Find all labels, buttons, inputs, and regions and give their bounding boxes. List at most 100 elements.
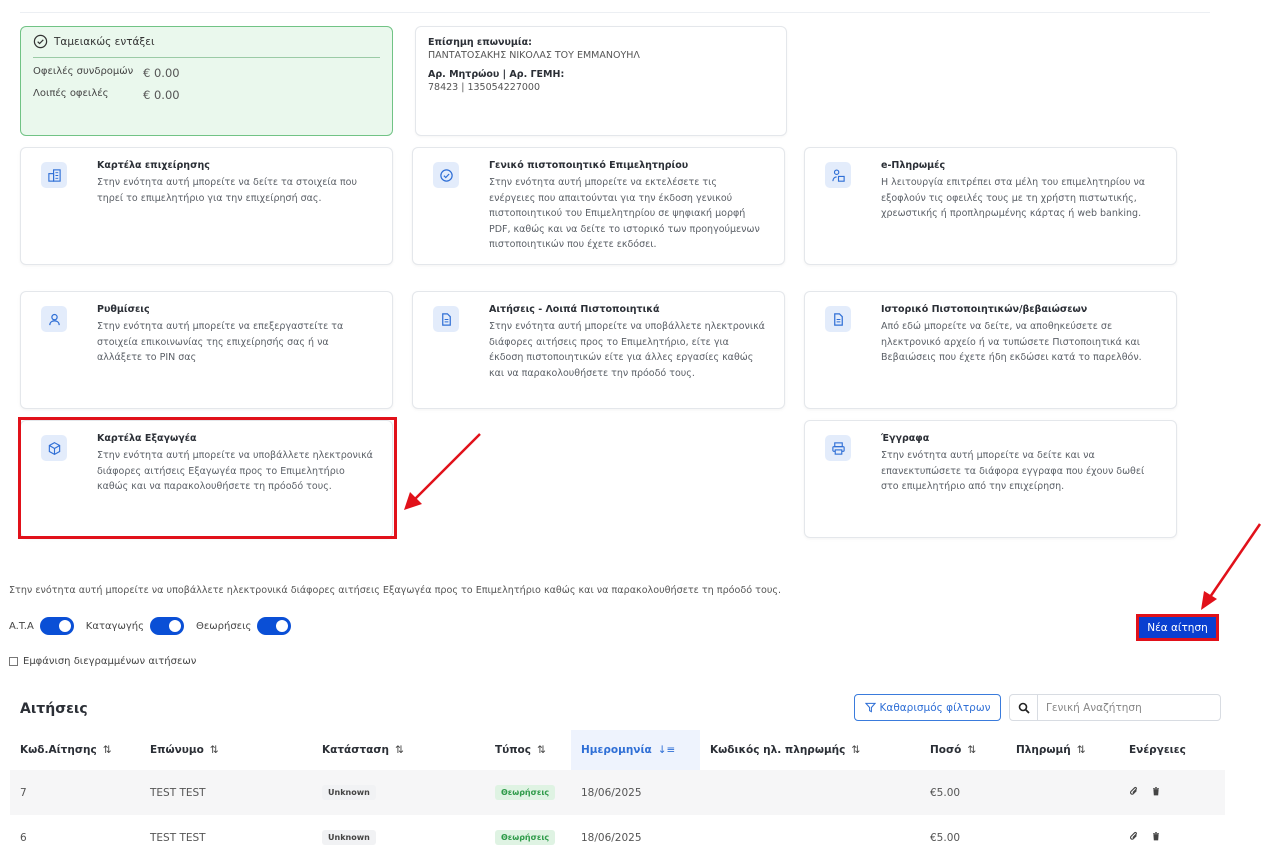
col-date-label: Ημερομηνία bbox=[581, 744, 652, 756]
card-title: Έγγραφα bbox=[881, 433, 930, 444]
card-title: Γενικό πιστοποιητικό Επιμελητηρίου bbox=[489, 160, 689, 171]
col-surname-label: Επώνυμο bbox=[150, 744, 204, 756]
sort-icon: ⇅ bbox=[537, 744, 546, 756]
cell-surname: TEST TEST bbox=[140, 770, 312, 815]
card-title: Ρυθμίσεις bbox=[97, 304, 150, 315]
sort-icon: ⇅ bbox=[851, 744, 861, 756]
registry-label: Αρ. Μητρώου | Αρ. ΓΕΜΗ: bbox=[428, 69, 565, 80]
card-title: e-Πληρωμές bbox=[881, 160, 946, 171]
toggle-ata-label: A.T.A bbox=[9, 620, 34, 632]
sort-icon: ⇅ bbox=[395, 744, 404, 756]
filter-toggles: A.T.A Καταγωγής Θεωρήσεις bbox=[9, 617, 303, 635]
subscription-dues-label: Οφειλές συνδρομών bbox=[33, 66, 134, 77]
col-payment-label: Πληρωμή bbox=[1016, 744, 1071, 756]
card-applications-certificates[interactable]: Αιτήσεις - Λοιπά Πιστοποιητικά Στην ενότ… bbox=[412, 291, 785, 409]
printer-icon bbox=[825, 435, 851, 461]
col-amount[interactable]: Ποσό ⇅ bbox=[920, 730, 1006, 770]
card-general-certificate[interactable]: Γενικό πιστοποιητικό Επιμελητηρίου Στην … bbox=[412, 147, 785, 265]
sort-desc-icon: ↓≡ bbox=[657, 744, 676, 756]
status-header: Ταμειακώς εντάξει bbox=[33, 34, 380, 49]
subscription-dues-row: Οφειλές συνδρομών € 0.00 bbox=[33, 66, 380, 80]
user-icon bbox=[41, 306, 67, 332]
sort-icon: ⇅ bbox=[209, 744, 219, 756]
paperclip-icon[interactable] bbox=[1129, 786, 1139, 796]
table-row[interactable]: 6 TEST TEST Unknown Θεωρήσεις 18/06/2025… bbox=[10, 815, 1225, 860]
cell-date: 18/06/2025 bbox=[571, 815, 700, 860]
search-input[interactable] bbox=[1038, 695, 1220, 720]
card-documents[interactable]: Έγγραφα Στην ενότητα αυτή μπορείτε να δε… bbox=[804, 420, 1177, 538]
balance-status-card: Ταμειακώς εντάξει Οφειλές συνδρομών € 0.… bbox=[20, 26, 393, 136]
other-dues-label: Λοιπές οφειλές bbox=[33, 88, 109, 99]
col-surname[interactable]: Επώνυμο ⇅ bbox=[140, 730, 312, 770]
col-code-label: Κωδ.Αίτησης bbox=[20, 744, 97, 756]
trash-icon[interactable] bbox=[1151, 831, 1161, 841]
company-info-card: Επίσημη επωνυμία: ΠΑΝΤΑΤΟΣΑΚΗΣ ΝΙΚΟΛΑΣ Τ… bbox=[415, 26, 787, 136]
paperclip-icon[interactable] bbox=[1129, 831, 1139, 841]
col-status-label: Κατάσταση bbox=[322, 744, 390, 756]
card-description: Από εδώ μπορείτε να δείτε, να αποθηκεύσε… bbox=[881, 321, 1142, 363]
table-header-row: Κωδ.Αίτησης ⇅ Επώνυμο ⇅ Κατάσταση ⇅ Τύπος ⇅ … bbox=[10, 730, 1225, 770]
cell-actions bbox=[1119, 770, 1225, 815]
annotation-arrow-right bbox=[1201, 523, 1262, 610]
document-icon bbox=[433, 306, 459, 332]
cell-type: Θεωρήσεις bbox=[485, 770, 571, 815]
type-badge: Θεωρήσεις bbox=[495, 785, 556, 800]
cell-surname: TEST TEST bbox=[140, 815, 312, 860]
col-amount-label: Ποσό bbox=[930, 744, 962, 756]
cell-code: 7 bbox=[10, 770, 140, 815]
status-title: Ταμειακώς εντάξει bbox=[54, 35, 155, 48]
show-deleted-checkbox[interactable] bbox=[9, 657, 18, 666]
cell-payment-code bbox=[700, 815, 920, 860]
table-row[interactable]: 7 TEST TEST Unknown Θεωρήσεις 18/06/2025… bbox=[10, 770, 1225, 815]
check-circle-icon bbox=[433, 162, 459, 188]
card-description: Στην ενότητα αυτή μπορείτε να δείτε και … bbox=[881, 450, 1145, 492]
other-dues-value: € 0.00 bbox=[143, 88, 180, 102]
status-badge: Unknown bbox=[322, 830, 376, 845]
card-description: Στην ενότητα αυτή μπορείτε να εκτελέσετε… bbox=[489, 177, 760, 250]
cell-payment bbox=[1006, 815, 1119, 860]
sort-icon: ⇅ bbox=[102, 744, 112, 756]
toggle-ata-switch[interactable] bbox=[39, 617, 74, 635]
card-description: Στην ενότητα αυτή μπορείτε να επεξεργαστ… bbox=[97, 321, 344, 363]
new-application-button[interactable]: Νέα αίτηση bbox=[1136, 614, 1219, 641]
company-name-label: Επίσημη επωνυμία: bbox=[428, 37, 532, 48]
company-name-value: ΠΑΝΤΑΤΟΣΑΚΗΣ ΝΙΚΟΛΑΣ ΤΟΥ ΕΜΜΑΝΟΥΗΛ bbox=[428, 50, 640, 61]
col-date[interactable]: Ημερομηνία ↓≡ bbox=[571, 730, 700, 770]
trash-icon[interactable] bbox=[1151, 786, 1161, 796]
col-type[interactable]: Τύπος ⇅ bbox=[485, 730, 571, 770]
col-status[interactable]: Κατάσταση ⇅ bbox=[312, 730, 485, 770]
col-payment[interactable]: Πληρωμή ⇅ bbox=[1006, 730, 1119, 770]
show-deleted-label: Εμφάνιση διεγραμμένων αιτήσεων bbox=[23, 656, 197, 667]
payment-icon bbox=[825, 162, 851, 188]
toggle-endorsements-switch[interactable] bbox=[257, 617, 292, 635]
filter-icon bbox=[864, 702, 876, 713]
clear-filters-label: Καθαρισμός φίλτρων bbox=[879, 701, 991, 714]
col-type-label: Τύπος bbox=[495, 744, 531, 756]
cell-actions bbox=[1119, 815, 1225, 860]
col-code[interactable]: Κωδ.Αίτησης ⇅ bbox=[10, 730, 140, 770]
card-business-profile[interactable]: Καρτέλα επιχείρησης Στην ενότητα αυτή μπ… bbox=[20, 147, 393, 265]
sort-icon: ⇅ bbox=[967, 744, 977, 756]
registry-value: 78423 | 135054227000 bbox=[428, 82, 540, 93]
card-certificate-history[interactable]: Ιστορικό Πιστοποιητικών/βεβαιώσεων Από ε… bbox=[804, 291, 1177, 409]
sort-icon: ⇅ bbox=[1076, 744, 1086, 756]
col-payment-code[interactable]: Κωδικός ηλ. πληρωμής ⇅ bbox=[700, 730, 920, 770]
cell-date: 18/06/2025 bbox=[571, 770, 700, 815]
applications-table: Κωδ.Αίτησης ⇅ Επώνυμο ⇅ Κατάσταση ⇅ Τύπος ⇅ … bbox=[10, 730, 1225, 860]
status-badge: Unknown bbox=[322, 785, 376, 800]
clear-filters-button[interactable]: Καθαρισμός φίλτρων bbox=[854, 694, 1001, 721]
toggle-origin-label: Καταγωγής bbox=[85, 620, 144, 632]
card-settings[interactable]: Ρυθμίσεις Στην ενότητα αυτή μπορείτε να … bbox=[20, 291, 393, 409]
cell-amount: €5.00 bbox=[920, 815, 1006, 860]
check-circle-icon bbox=[33, 34, 48, 49]
global-search bbox=[1009, 694, 1221, 721]
building-icon bbox=[41, 162, 67, 188]
cell-status: Unknown bbox=[312, 770, 485, 815]
exporter-intro-text: Στην ενότητα αυτή μπορείτε να υποβάλλετε… bbox=[9, 585, 782, 596]
subscription-dues-value: € 0.00 bbox=[143, 66, 180, 80]
cell-payment-code bbox=[700, 770, 920, 815]
cell-amount: €5.00 bbox=[920, 770, 1006, 815]
card-title: Ιστορικό Πιστοποιητικών/βεβαιώσεων bbox=[881, 304, 1088, 315]
card-e-payments[interactable]: e-Πληρωμές Η λειτουργία επιτρέπει στα μέ… bbox=[804, 147, 1177, 265]
toggle-origin-switch[interactable] bbox=[149, 617, 184, 635]
